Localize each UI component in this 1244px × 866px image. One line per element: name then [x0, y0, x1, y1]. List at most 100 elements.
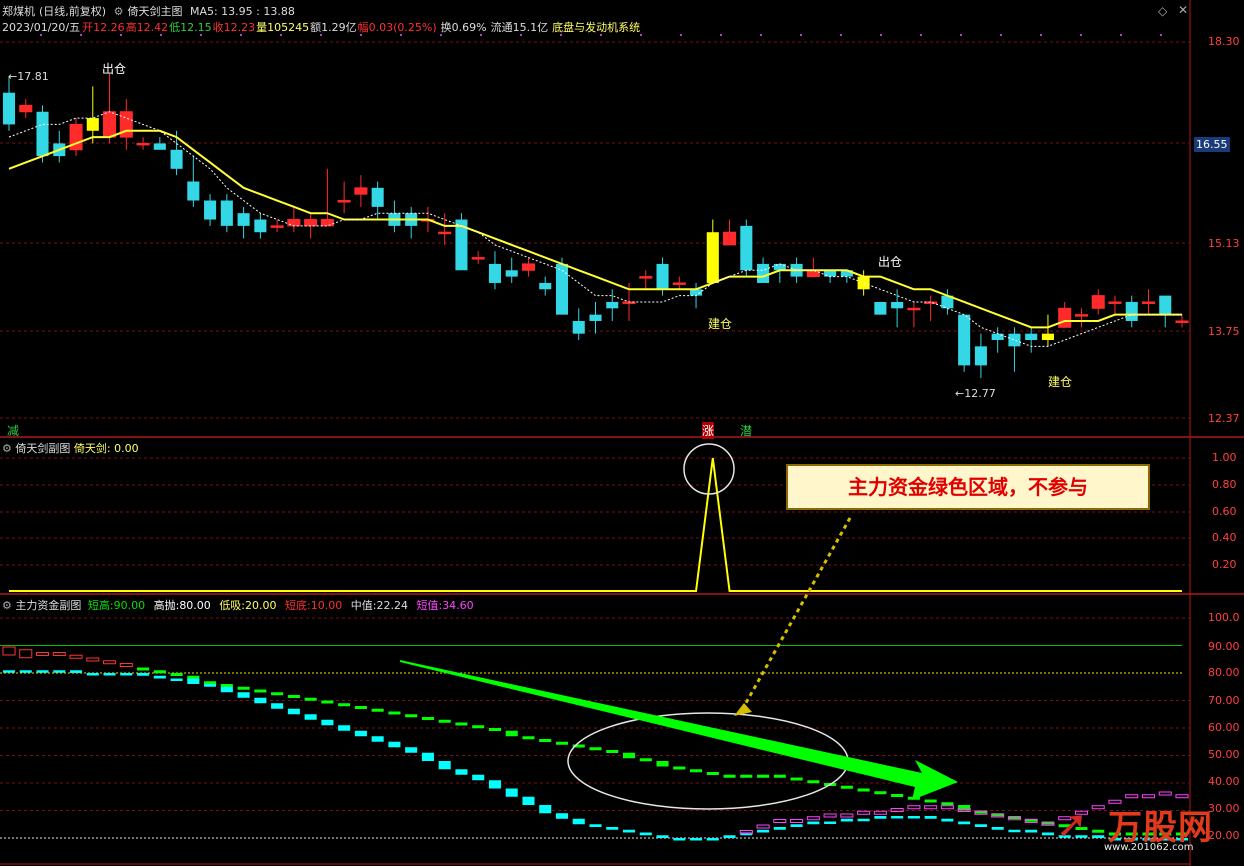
- candle-body: [1008, 333, 1021, 347]
- signal-rise: 涨: [702, 422, 715, 439]
- candle-body: [891, 301, 904, 309]
- cyan-bar: [639, 832, 652, 836]
- candle-body: [254, 219, 267, 233]
- cyan-bar: [1041, 832, 1054, 836]
- cyan-bar: [807, 821, 820, 825]
- fund-bar: [773, 774, 786, 778]
- fund-bar: [790, 777, 803, 781]
- exit-label-2: 出仓: [878, 255, 903, 269]
- candle-body: [19, 104, 33, 113]
- cyan-bar: [103, 673, 116, 676]
- cyan-bar: [170, 678, 183, 681]
- magenta-bar: [823, 813, 837, 818]
- magenta-bar: [806, 816, 820, 821]
- candle-body: [204, 200, 217, 220]
- symbol-name[interactable]: 郑煤机: [2, 5, 35, 18]
- candle-body: [337, 200, 351, 203]
- fund-bar: [857, 788, 870, 792]
- diamond-icon[interactable]: ◇: [1158, 4, 1167, 18]
- cyan-bar: [204, 684, 217, 687]
- legend-high-sell-label: 高抛:: [153, 599, 180, 612]
- close-value: 12.23: [223, 21, 256, 34]
- cyan-bar: [455, 769, 468, 775]
- candle-body: [639, 276, 653, 279]
- fund-bar: [505, 730, 518, 737]
- settings-icon[interactable]: ⚙: [2, 442, 12, 455]
- cyan-bar: [371, 736, 384, 742]
- fund-bar: [354, 706, 367, 709]
- top-tick-dot: [720, 34, 722, 36]
- high-label: 高: [125, 21, 137, 34]
- y-tick-sub1-2: 0.60: [1212, 505, 1237, 518]
- close-icon[interactable]: ✕: [1178, 3, 1188, 17]
- candle-body: [438, 231, 452, 235]
- candle-body: [1058, 307, 1072, 328]
- sub1-header: ⚙ 倚天剑副图 倚天剑: 0.00: [2, 440, 139, 456]
- fund-bar: [52, 652, 66, 656]
- fund-bar: [153, 670, 166, 674]
- candle-body: [505, 270, 518, 277]
- sub2-title[interactable]: 主力资金副图: [15, 599, 81, 612]
- candle-body: [1041, 333, 1054, 341]
- fund-bar: [2, 646, 16, 656]
- amount-label: 额: [310, 21, 322, 34]
- magenta-bar: [773, 819, 787, 823]
- cyan-bar: [723, 835, 736, 838]
- fund-bar: [119, 663, 133, 667]
- magenta-bar: [1158, 791, 1172, 796]
- close-label: 收: [212, 21, 224, 34]
- cyan-bar: [824, 821, 837, 824]
- cyan-bar: [1025, 829, 1038, 833]
- logo-url: www.201062.com: [1104, 842, 1194, 853]
- fund-bar: [321, 700, 334, 704]
- settings-icon[interactable]: ⚙: [114, 5, 124, 18]
- fund-bar: [606, 750, 619, 753]
- cyan-bar: [924, 816, 937, 819]
- fund-bar: [388, 711, 401, 715]
- fund-bar: [204, 681, 217, 685]
- settings-icon[interactable]: ⚙: [2, 599, 12, 612]
- fund-bar: [35, 652, 50, 656]
- open-label: 开: [82, 21, 94, 34]
- y-tick-main-4: 12.37: [1208, 412, 1240, 425]
- fund-bar: [287, 695, 300, 698]
- legend-short-value-value: 34.60: [442, 599, 474, 612]
- sub1-title[interactable]: 倚天剑副图: [15, 442, 70, 455]
- fund-bar: [757, 774, 770, 778]
- change-value: 0.03(0.25%): [368, 21, 437, 34]
- legend-short-value-label: 短值:: [416, 599, 443, 612]
- y-tick-sub1-3: 0.40: [1212, 531, 1237, 544]
- y-tick-sub2-1: 90.00: [1208, 640, 1240, 653]
- candle-body: [1175, 320, 1189, 323]
- y-tick-sub1-0: 1.00: [1212, 451, 1237, 464]
- logo-arrow-icon: ➚: [1056, 802, 1088, 846]
- fund-bar: [941, 802, 954, 806]
- y-tick-sub2-2: 80.00: [1208, 666, 1240, 679]
- candle-body: [220, 200, 233, 226]
- fund-bar: [405, 714, 418, 718]
- fund-bar: [622, 752, 636, 759]
- y-tick-sub2-3: 70.00: [1208, 694, 1240, 707]
- fund-bar: [924, 799, 937, 803]
- fund-bar: [673, 766, 686, 770]
- cyan-bar: [706, 838, 719, 841]
- cyan-bar: [874, 816, 887, 819]
- quote-line: 2023/01/20/五 开12.26高12.42低12.15收12.23量105…: [2, 19, 644, 35]
- magenta-bar: [840, 813, 854, 818]
- fund-bar: [874, 791, 887, 795]
- cyan-bar: [505, 788, 518, 797]
- candle-body: [237, 213, 250, 226]
- main-indicator-title[interactable]: 倚天剑主图: [127, 5, 182, 18]
- fund-bar: [539, 739, 552, 742]
- candle-body: [1108, 301, 1122, 304]
- top-tick-dot: [880, 34, 882, 36]
- magenta-bar: [1175, 794, 1189, 799]
- candle-body: [1025, 333, 1038, 341]
- legend-short-bottom-label: 短底:: [285, 599, 311, 612]
- legend-high-sell-value: 80.00: [179, 599, 211, 612]
- cyan-bar: [405, 747, 418, 753]
- legend-low-buy-label: 低吸:: [219, 599, 246, 612]
- legend-mid-label: 中值:: [350, 599, 377, 612]
- candle-body: [354, 187, 368, 195]
- candle-body: [757, 263, 770, 283]
